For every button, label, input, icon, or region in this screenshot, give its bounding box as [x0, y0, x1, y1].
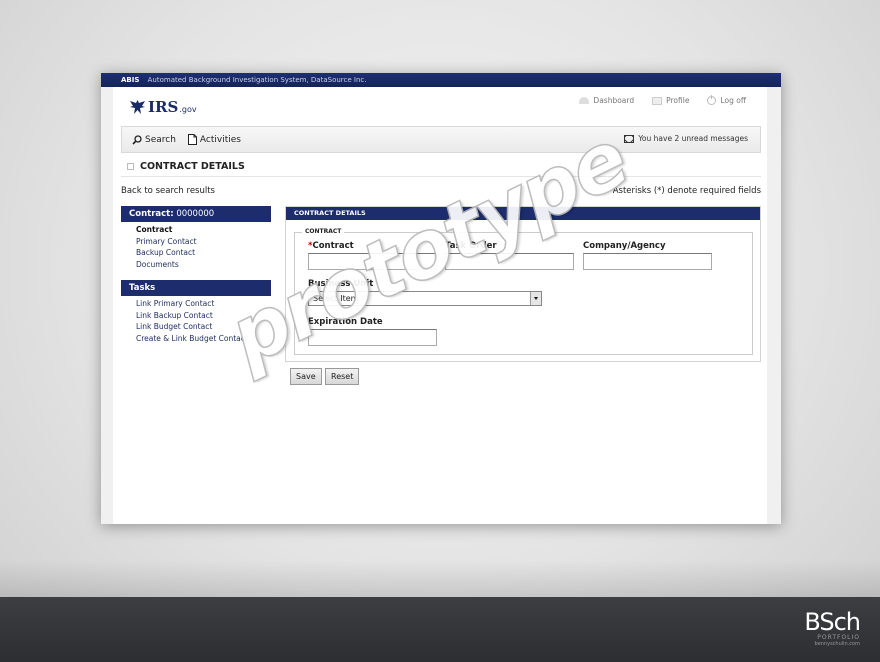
company-agency-input[interactable]	[583, 253, 712, 270]
dashboard-icon	[579, 97, 590, 104]
expiration-date-input[interactable]	[308, 329, 437, 346]
contract-input[interactable]	[308, 253, 437, 270]
messages-label: You have 2 unread messages	[638, 134, 748, 143]
irs-logo[interactable]: IRS .gov	[129, 99, 197, 115]
sidebar-contract-header: Contract: 0000000	[121, 206, 271, 222]
dashboard-link[interactable]: Dashboard	[579, 96, 634, 105]
contract-number: 0000000	[176, 209, 215, 219]
sidebar-item-contract[interactable]: Contract	[136, 224, 271, 236]
profile-label: Profile	[666, 96, 690, 105]
reset-button[interactable]: Reset	[325, 368, 360, 385]
footer-band	[0, 597, 880, 662]
business-unit-select[interactable]: Select Item	[308, 291, 542, 306]
system-abbr: ABIS	[121, 76, 140, 84]
contract-label: Contract:	[129, 209, 174, 219]
bsch-site: bennyschulin.com	[814, 641, 860, 647]
contract-details-panel: CONTRACT DETAILS CONTRACT *Contract Task…	[285, 206, 761, 362]
gov-suffix: .gov	[179, 105, 197, 114]
sidebar-tasks-header: Tasks	[121, 280, 271, 296]
contract-menu: Contract Primary Contact Backup Contact …	[121, 222, 271, 274]
expiration-date-label: Expiration Date	[308, 317, 383, 327]
right-margin-stripe	[767, 87, 781, 524]
required-fields-note: Asterisks (*) denote required fields	[612, 186, 761, 196]
main-nav: Search Activities You have 2 unread mess…	[121, 126, 761, 153]
business-unit-value: Select Item	[313, 294, 359, 303]
system-name: Automated Background Investigation Syste…	[147, 76, 367, 84]
tasks-menu: Link Primary Contact Link Backup Contact…	[121, 296, 271, 348]
app-window: ABIS Automated Background Investigation …	[101, 73, 781, 524]
contract-label-wrap: *Contract	[308, 241, 354, 251]
contract-fieldset: CONTRACT *Contract Task Order Company/Ag…	[294, 228, 753, 355]
task-order-input[interactable]	[445, 253, 574, 270]
title-divider	[121, 176, 761, 177]
page-title-text: CONTRACT DETAILS	[140, 161, 245, 172]
search-icon	[132, 134, 142, 145]
contract-field-label: Contract	[312, 241, 354, 251]
nav-search[interactable]: Search	[132, 135, 176, 145]
sidebar-item-documents[interactable]: Documents	[136, 259, 271, 271]
background-shade	[0, 560, 880, 598]
bsch-mark: BSch	[804, 608, 861, 636]
title-square-icon	[127, 163, 134, 170]
power-icon	[707, 95, 717, 105]
sidebar-item-backup-contact[interactable]: Backup Contact	[136, 247, 271, 259]
mail-icon	[624, 134, 635, 143]
page-title: CONTRACT DETAILS	[127, 161, 245, 172]
logoff-label: Log off	[720, 96, 746, 105]
utility-links: Dashboard Profile Log off	[579, 95, 746, 105]
company-agency-label: Company/Agency	[583, 241, 666, 251]
nav-activities-label: Activities	[199, 134, 241, 145]
nav-search-label: Search	[145, 134, 176, 145]
messages-link[interactable]: You have 2 unread messages	[624, 134, 748, 143]
bsch-logo: BSch PORTFOLIO bennyschulin.com	[804, 608, 861, 647]
business-unit-label: Business Unit	[308, 279, 374, 289]
document-icon	[187, 134, 197, 145]
back-to-results-link[interactable]: Back to search results	[121, 186, 215, 196]
sidebar-item-primary-contact[interactable]: Primary Contact	[136, 236, 271, 248]
irs-wordmark: IRS	[148, 98, 179, 116]
task-create-budget-contact[interactable]: Create & Link Budget Contact	[136, 333, 271, 345]
task-link-budget-contact[interactable]: Link Budget Contact	[136, 321, 271, 333]
nav-activities[interactable]: Activities	[187, 134, 241, 145]
logoff-link[interactable]: Log off	[707, 95, 746, 105]
fieldset-legend: CONTRACT	[302, 228, 345, 235]
left-margin-stripe	[101, 87, 113, 524]
task-order-label: Task Order	[445, 241, 497, 251]
profile-link[interactable]: Profile	[652, 96, 689, 105]
save-button[interactable]: Save	[290, 368, 322, 385]
eagle-icon	[130, 100, 145, 114]
panel-title: CONTRACT DETAILS	[286, 207, 760, 220]
sidebar: Contract: 0000000 Contract Primary Conta…	[121, 206, 271, 348]
task-link-backup-contact[interactable]: Link Backup Contact	[136, 310, 271, 322]
profile-icon	[652, 96, 663, 105]
task-link-primary-contact[interactable]: Link Primary Contact	[136, 298, 271, 310]
dashboard-label: Dashboard	[593, 96, 635, 105]
chevron-down-icon[interactable]	[530, 292, 541, 305]
system-title-bar: ABIS Automated Background Investigation …	[101, 73, 781, 87]
